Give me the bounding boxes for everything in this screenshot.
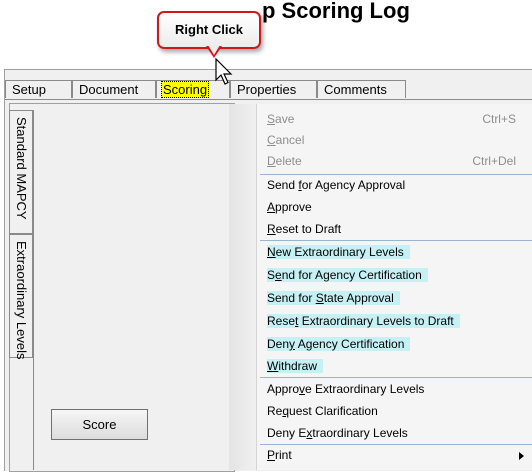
menu-item[interactable]: Reset Extraordinary Levels to Draft — [267, 311, 460, 331]
menu-item-label: Deny Extraordinary Levels — [267, 426, 408, 440]
menu-separator — [260, 174, 532, 175]
menu-item-label: Reset Extraordinary Levels to Draft — [267, 314, 460, 328]
menu-item-label: Request Clarification — [267, 404, 378, 418]
vtab-standard-mapcy[interactable]: Standard MAPCY — [9, 110, 33, 234]
menu-item[interactable]: Approve — [267, 197, 312, 217]
menu-item-label: Approve — [267, 200, 312, 214]
tab-setup[interactable]: Setup — [5, 80, 72, 98]
tab-properties[interactable]: Properties — [230, 80, 317, 98]
mouse-cursor-icon — [215, 58, 233, 85]
menu-separator — [260, 444, 532, 445]
menu-item-label: Withdraw — [267, 359, 324, 373]
menu-item[interactable]: Deny Extraordinary Levels — [267, 423, 408, 443]
menu-item-label: Save — [267, 112, 295, 126]
menu-item-label: Send for Agency Certification — [267, 268, 428, 282]
menu-item-label: Approve Extraordinary Levels — [267, 382, 425, 396]
tab-comments[interactable]: Comments — [317, 80, 406, 98]
menu-item-label: Send for Agency Approval — [267, 178, 406, 192]
vtab-extraordinary-levels-label: Extraordinary Levels — [14, 241, 29, 360]
menu-item-label: Deny Agency Certification — [267, 337, 411, 351]
menu-item[interactable]: New Extraordinary Levels — [267, 242, 410, 262]
menu-item[interactable]: Reset to Draft — [267, 219, 341, 239]
menu-item-shortcut: Ctrl+Del — [472, 154, 516, 168]
menu-item-label: Print — [267, 448, 292, 462]
tab-scoring-label: Scoring — [161, 81, 210, 98]
menu-item-shortcut: Ctrl+S — [482, 112, 516, 126]
menu-item[interactable]: Deny Agency Certification — [267, 334, 411, 354]
menu-item: Save — [267, 109, 294, 129]
menu-item[interactable]: Send for Agency Approval — [267, 175, 405, 195]
menu-item[interactable]: Approve Extraordinary Levels — [267, 379, 424, 399]
menu-item[interactable]: Send for Agency Certification — [267, 265, 428, 285]
vtab-extraordinary-levels[interactable]: Extraordinary Levels — [9, 234, 33, 360]
menu-item-label: Reset to Draft — [267, 222, 342, 236]
tab-bar: Setup Document Scoring Properties Commen… — [4, 80, 532, 100]
menu-separator — [260, 240, 532, 241]
score-button[interactable]: Score — [51, 409, 148, 440]
vtab-standard-mapcy-label: Standard MAPCY — [14, 117, 29, 220]
callout-tail-inner — [208, 45, 220, 55]
tab-divider — [5, 99, 532, 100]
tab-document[interactable]: Document — [72, 80, 156, 98]
menu-item-label: Cancel — [267, 133, 305, 147]
right-click-callout: Right Click — [157, 11, 261, 49]
menu-item-label: New Extraordinary Levels — [267, 245, 410, 259]
menu-item: Cancel — [267, 130, 304, 150]
menu-icon-gutter — [229, 104, 257, 470]
menu-item[interactable]: Withdraw — [267, 356, 324, 376]
menu-item[interactable]: Print — [267, 445, 292, 465]
menu-item[interactable]: Request Clarification — [267, 401, 378, 421]
menu-item-label: Delete — [267, 154, 302, 168]
menu-separator — [260, 377, 532, 378]
submenu-arrow-icon — [519, 452, 524, 460]
menu-item: Delete — [267, 151, 302, 171]
menu-item-label: Send for State Approval — [267, 291, 400, 305]
menu-item[interactable]: Send for State Approval — [267, 288, 400, 308]
page-title: p Scoring Log — [262, 0, 410, 23]
